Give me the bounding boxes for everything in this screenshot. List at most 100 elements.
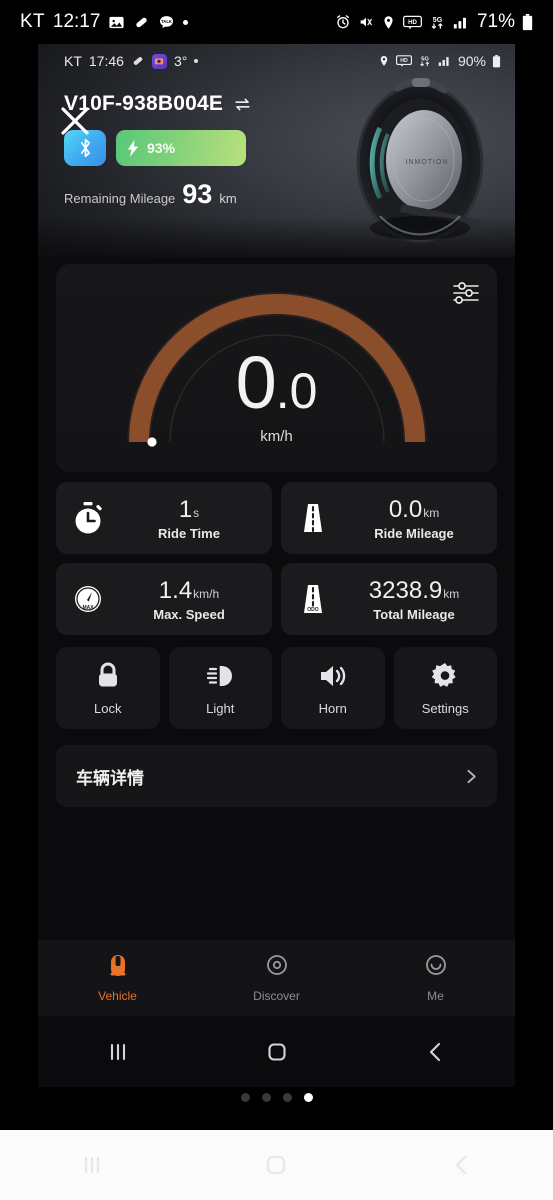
nav-label: Me xyxy=(427,989,444,1003)
nav-item-me[interactable]: Me xyxy=(356,953,515,1003)
recents-icon[interactable] xyxy=(0,1150,184,1180)
close-icon[interactable] xyxy=(58,104,92,138)
action-label: Settings xyxy=(421,701,469,716)
inner-android-nav-bar xyxy=(38,1016,515,1087)
vehicle-details-row[interactable]: 车辆详情 xyxy=(56,745,497,807)
signal-icon xyxy=(438,55,452,67)
inner-status-bar: KT 17:46 3° HD 5G 90% xyxy=(38,44,515,78)
outer-status-bar: KT 12:17 TALK HD 5G 71% xyxy=(0,0,553,44)
stat-text-max-speed: 1.4 km/h Max. Speed xyxy=(116,577,262,622)
svg-text:MAX: MAX xyxy=(82,605,94,611)
discover-icon xyxy=(262,953,292,983)
horn-button[interactable]: Horn xyxy=(281,647,385,729)
speed-readout: 0.0 km/h xyxy=(167,346,387,446)
app-bottom-nav: Vehicle Discover Me xyxy=(38,940,515,1016)
stat-value: 0.0 xyxy=(388,495,423,523)
outer-battery-percent: 71% xyxy=(476,11,515,32)
mute-icon xyxy=(358,14,374,30)
stats-grid: 1 s Ride Time 0.0 km Ride Mileage MAX 1.… xyxy=(56,482,497,635)
nav-item-discover[interactable]: Discover xyxy=(197,953,356,1003)
inner-carrier-label: KT xyxy=(64,53,82,69)
home-icon[interactable] xyxy=(197,1039,356,1065)
sliders-icon[interactable] xyxy=(451,278,481,313)
swap-device-icon[interactable] xyxy=(233,95,252,114)
action-label: Horn xyxy=(318,701,347,716)
page-dot[interactable] xyxy=(261,1093,271,1102)
lock-button[interactable]: Lock xyxy=(56,647,160,729)
location-icon xyxy=(381,15,396,30)
page-dot[interactable] xyxy=(282,1093,292,1102)
inner-battery-percent: 90% xyxy=(457,53,486,69)
action-buttons: Lock Light Horn Settings xyxy=(56,647,497,729)
vehicle-details-label: 车辆详情 xyxy=(76,768,144,788)
stat-card-total-mileage[interactable]: ODO 3238.9 km Total Mileage xyxy=(281,563,497,635)
battery-icon xyxy=(522,13,533,31)
stat-value: 3238.9 xyxy=(368,576,443,604)
road-icon xyxy=(295,500,331,536)
page-indicator-dots xyxy=(0,1093,553,1102)
back-icon[interactable] xyxy=(356,1039,515,1065)
light-button[interactable]: Light xyxy=(168,647,272,729)
outer-status-right: HD 5G 71% xyxy=(335,11,533,33)
max-speed-gauge-icon: MAX xyxy=(70,581,106,617)
svg-text:HD: HD xyxy=(408,18,417,25)
vehicle-icon xyxy=(103,953,133,983)
nav-item-vehicle[interactable]: Vehicle xyxy=(38,953,197,1003)
status-badges: 93% xyxy=(64,130,515,166)
remaining-mileage-value: 93 xyxy=(182,179,213,209)
chevron-right-icon xyxy=(462,768,479,785)
stat-text-total-mileage: 3238.9 km Total Mileage xyxy=(341,577,487,622)
vehicle-hero-header: KT 17:46 3° HD 5G 90% INMOTION V10F-938B… xyxy=(38,44,515,257)
device-row[interactable]: V10F-938B004E xyxy=(64,92,515,116)
outer-carrier-label: KT xyxy=(20,11,45,32)
stat-label: Total Mileage xyxy=(373,606,455,622)
stat-unit: km xyxy=(443,586,460,601)
stat-card-ride-mileage[interactable]: 0.0 km Ride Mileage xyxy=(281,482,497,554)
dot-icon xyxy=(194,59,199,63)
speed-unit-label: km/h xyxy=(260,428,293,445)
remaining-mileage-unit: km xyxy=(219,191,237,206)
stat-label: Max. Speed xyxy=(153,606,225,622)
outer-clock: 12:17 xyxy=(52,11,101,32)
back-icon[interactable] xyxy=(369,1150,553,1180)
location-icon xyxy=(378,55,390,67)
me-smiley-icon xyxy=(421,953,451,983)
inner-screenshot: KT 17:46 3° HD 5G 90% INMOTION V10F-938B… xyxy=(38,44,515,1087)
stat-unit: s xyxy=(193,505,200,520)
svg-text:TALK: TALK xyxy=(161,18,173,23)
lock-icon xyxy=(92,660,124,692)
recents-icon[interactable] xyxy=(38,1039,197,1065)
svg-text:ODO: ODO xyxy=(307,607,319,613)
gear-icon xyxy=(429,660,461,692)
stat-card-ride-time[interactable]: 1 s Ride Time xyxy=(56,482,272,554)
outer-status-left: KT 12:17 TALK xyxy=(20,11,189,33)
inner-status-left: KT 17:46 3° xyxy=(64,53,199,69)
settings-button[interactable]: Settings xyxy=(393,647,497,729)
stat-value: 1.4 xyxy=(158,576,193,604)
hero-body: V10F-938B004E 93% Remaining Mileage 93 k… xyxy=(38,78,515,210)
lightning-bolt-icon xyxy=(127,139,140,157)
pill-icon xyxy=(133,14,150,31)
bluetooth-icon xyxy=(77,137,94,159)
stat-label: Ride Mileage xyxy=(374,525,454,541)
main-content: 0.0 km/h 1 s Ride Time 0.0 km Ride Milea… xyxy=(38,264,515,981)
action-label: Light xyxy=(206,701,235,716)
page-dot-active[interactable] xyxy=(303,1093,313,1102)
stat-text-ride-mileage: 0.0 km Ride Mileage xyxy=(341,496,487,541)
speed-decimal: .0 xyxy=(275,363,318,419)
home-icon[interactable] xyxy=(184,1150,368,1180)
stat-unit: km/h xyxy=(193,586,220,601)
dot-icon xyxy=(183,19,189,25)
page-dot[interactable] xyxy=(240,1093,250,1102)
stat-value: 1 xyxy=(178,495,193,523)
battery-percent-label: 93% xyxy=(147,140,176,156)
nav-label: Vehicle xyxy=(98,989,137,1003)
hd-icon: HD xyxy=(403,15,422,30)
headlight-icon xyxy=(204,660,236,692)
pill-icon xyxy=(131,54,145,68)
svg-text:5G: 5G xyxy=(433,15,443,23)
outer-android-nav-bar xyxy=(0,1130,553,1200)
stat-card-max-speed[interactable]: MAX 1.4 km/h Max. Speed xyxy=(56,563,272,635)
alarm-icon xyxy=(335,14,351,30)
stat-label: Ride Time xyxy=(158,525,220,541)
